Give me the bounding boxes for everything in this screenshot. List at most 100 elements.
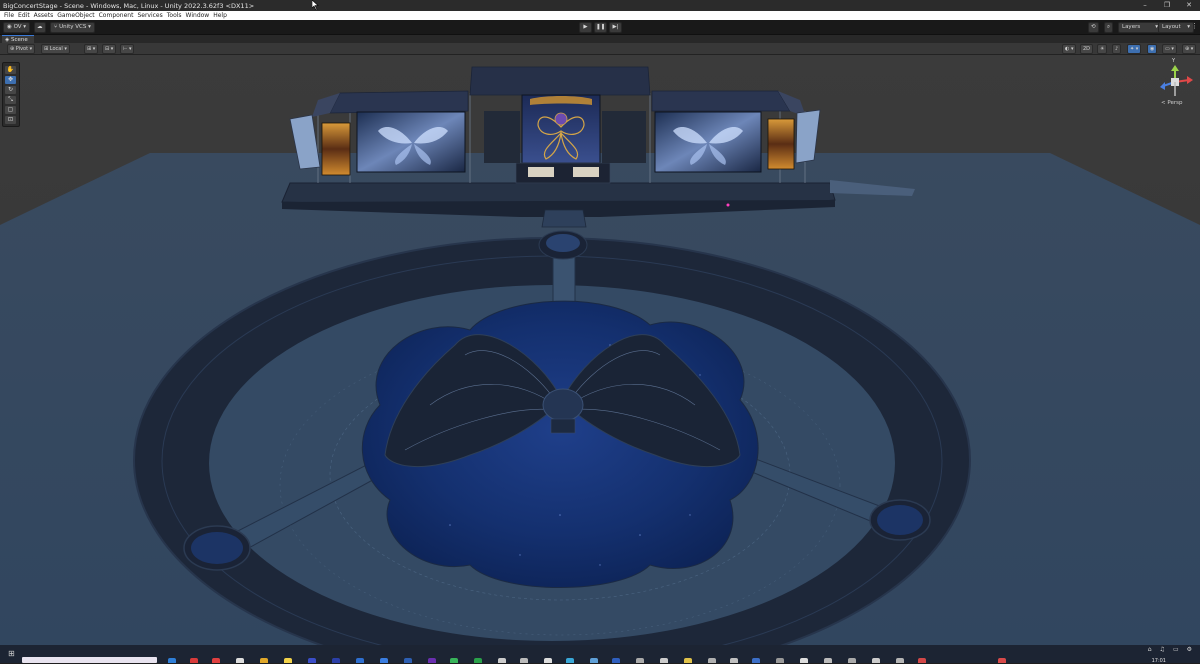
- transform-tool-icon[interactable]: ⊡: [5, 116, 16, 124]
- rect-tool-icon[interactable]: ▢: [5, 106, 16, 114]
- menu-window[interactable]: Window: [186, 12, 210, 19]
- grid-snap-button[interactable]: ⊞ ▾: [84, 44, 99, 54]
- lighting-toggle[interactable]: ☀: [1097, 44, 1108, 54]
- taskbar-app-icon[interactable]: [168, 658, 176, 663]
- search-button[interactable]: ⌕: [1104, 22, 1114, 33]
- layers-dropdown[interactable]: Layers ▾: [1118, 22, 1162, 33]
- history-icon: ⟲: [1091, 24, 1096, 30]
- menu-component[interactable]: Component: [99, 12, 134, 19]
- taskbar-app-icon[interactable]: [284, 658, 292, 663]
- layout-dropdown[interactable]: Layout ▾: [1158, 22, 1194, 33]
- close-button[interactable]: ✕: [1178, 0, 1200, 11]
- menu-tools[interactable]: Tools: [167, 12, 182, 19]
- window-title: BigConcertStage - Scene - Windows, Mac, …: [3, 1, 255, 10]
- audio-toggle[interactable]: ♪: [1112, 44, 1122, 54]
- hand-tool-icon[interactable]: ✋: [5, 66, 16, 74]
- rotate-tool-icon[interactable]: ↻: [5, 86, 16, 94]
- menu-file[interactable]: File: [4, 12, 14, 19]
- notification-icon[interactable]: ⚙: [1187, 646, 1192, 653]
- taskbar-app-icon[interactable]: [918, 658, 926, 663]
- taskbar-app-icon[interactable]: [824, 658, 832, 663]
- taskbar-app-icon[interactable]: [612, 658, 620, 663]
- taskbar-app-icon[interactable]: [636, 658, 644, 663]
- ruler-button[interactable]: ⊢ ▾: [120, 44, 135, 54]
- taskbar-app-icon[interactable]: [498, 658, 506, 663]
- minimize-button[interactable]: –: [1134, 0, 1156, 11]
- scene-viewport[interactable]: [0, 55, 1200, 645]
- move-tool-icon[interactable]: ✥: [5, 76, 16, 84]
- taskbar-app-icon[interactable]: [730, 658, 738, 663]
- taskbar-app-icon[interactable]: [404, 658, 412, 663]
- menu-services[interactable]: Services: [137, 12, 162, 19]
- camera-settings-button[interactable]: ▭ ▾: [1162, 44, 1177, 54]
- tool-panel: ✋ ✥ ↻ ⤡ ▢ ⊡: [2, 62, 20, 127]
- pivot-icon: ⊕: [10, 46, 15, 52]
- taskbar-app-icon[interactable]: [332, 658, 340, 663]
- taskbar-app-icon[interactable]: [308, 658, 316, 663]
- search-box[interactable]: [22, 657, 157, 663]
- taskbar-app-icon[interactable]: [450, 658, 458, 663]
- search-icon: ⌕: [1107, 24, 1111, 30]
- menu-help[interactable]: Help: [213, 12, 227, 19]
- maximize-button[interactable]: ❐: [1156, 0, 1178, 11]
- taskbar-app-icon[interactable]: [708, 658, 716, 663]
- taskbar-app-icon[interactable]: [752, 658, 760, 663]
- play-button[interactable]: ▶: [579, 22, 592, 33]
- draw-mode-button[interactable]: ◐ ▾: [1062, 44, 1077, 54]
- local-dropdown[interactable]: ⊞ Local ▾: [41, 44, 70, 54]
- taskbar-app-icon[interactable]: [660, 658, 668, 663]
- taskbar-app-icon[interactable]: [474, 658, 482, 663]
- taskbar-app-icon[interactable]: [380, 658, 388, 663]
- step-button[interactable]: ▶|: [609, 22, 622, 33]
- more-options-icon[interactable]: ⋮: [1191, 22, 1198, 30]
- pause-button[interactable]: ❚❚: [594, 22, 607, 33]
- taskbar-app-icon[interactable]: [260, 658, 268, 663]
- projection-label[interactable]: < Persp: [1161, 100, 1182, 106]
- gizmos-button[interactable]: ⊕ ▾: [1182, 44, 1197, 54]
- taskbar-app-icon[interactable]: [566, 658, 574, 663]
- taskbar-app-icon[interactable]: [776, 658, 784, 663]
- eye-icon: ◉: [1150, 46, 1155, 52]
- effects-icon: ✦ ▾: [1130, 46, 1139, 52]
- taskbar-app-icon[interactable]: [520, 658, 528, 663]
- pivot-dropdown[interactable]: ⊕ Pivot ▾: [7, 44, 36, 54]
- battery-icon[interactable]: ▭: [1173, 646, 1179, 653]
- pivot-label: Pivot: [15, 46, 29, 52]
- cloud-button[interactable]: ☁: [34, 22, 46, 33]
- account-dropdown[interactable]: ◉ OV ▾: [3, 22, 31, 33]
- taskbar-app-icon[interactable]: [590, 658, 598, 663]
- effects-toggle[interactable]: ✦ ▾: [1127, 44, 1142, 54]
- history-button[interactable]: ⟲: [1088, 22, 1099, 33]
- taskbar-app-icon[interactable]: [356, 658, 364, 663]
- taskbar-app-icon[interactable]: [544, 658, 552, 663]
- account-icon: ◉: [7, 24, 12, 30]
- taskbar-app-icon[interactable]: [872, 658, 880, 663]
- vcs-dropdown[interactable]: ⑂ Unity VCS ▾: [50, 22, 95, 33]
- taskbar-app-icon[interactable]: [848, 658, 856, 663]
- ruler-icon: ⊢ ▾: [123, 46, 132, 52]
- main-toolbar: ◉ OV ▾ ☁ ⑂ Unity VCS ▾ ▶ ❚❚ ▶| ⟲ ⌕ Layer…: [0, 20, 1200, 35]
- 2d-toggle[interactable]: 2D: [1080, 44, 1094, 54]
- menu-edit[interactable]: Edit: [18, 12, 30, 19]
- taskbar-app-icon[interactable]: [896, 658, 904, 663]
- taskbar-app-icon[interactable]: [236, 658, 244, 663]
- scene-render: [0, 55, 1200, 645]
- orientation-gizmo[interactable]: Y: [1155, 58, 1195, 102]
- cloud-icon: ☁: [37, 24, 43, 30]
- taskbar-app-icon[interactable]: [998, 658, 1006, 663]
- menu-gameobject[interactable]: GameObject: [57, 12, 94, 19]
- hidden-objects-toggle[interactable]: ◉: [1147, 44, 1158, 54]
- increment-snap-button[interactable]: ⊟ ▾: [102, 44, 117, 54]
- y-axis-label: Y: [1172, 58, 1176, 64]
- taskbar-app-icon[interactable]: [190, 658, 198, 663]
- taskbar-app-icon[interactable]: [428, 658, 436, 663]
- taskbar-app-icon[interactable]: [684, 658, 692, 663]
- start-icon[interactable]: ⊞: [8, 649, 15, 658]
- taskbar-app-icon[interactable]: [800, 658, 808, 663]
- volume-icon[interactable]: ♫: [1160, 646, 1165, 653]
- taskbar-clock[interactable]: 17:01: [1152, 658, 1166, 664]
- scale-tool-icon[interactable]: ⤡: [5, 96, 16, 104]
- menu-assets[interactable]: Assets: [34, 12, 54, 19]
- network-icon[interactable]: ⌂: [1148, 646, 1152, 653]
- taskbar-app-icon[interactable]: [212, 658, 220, 663]
